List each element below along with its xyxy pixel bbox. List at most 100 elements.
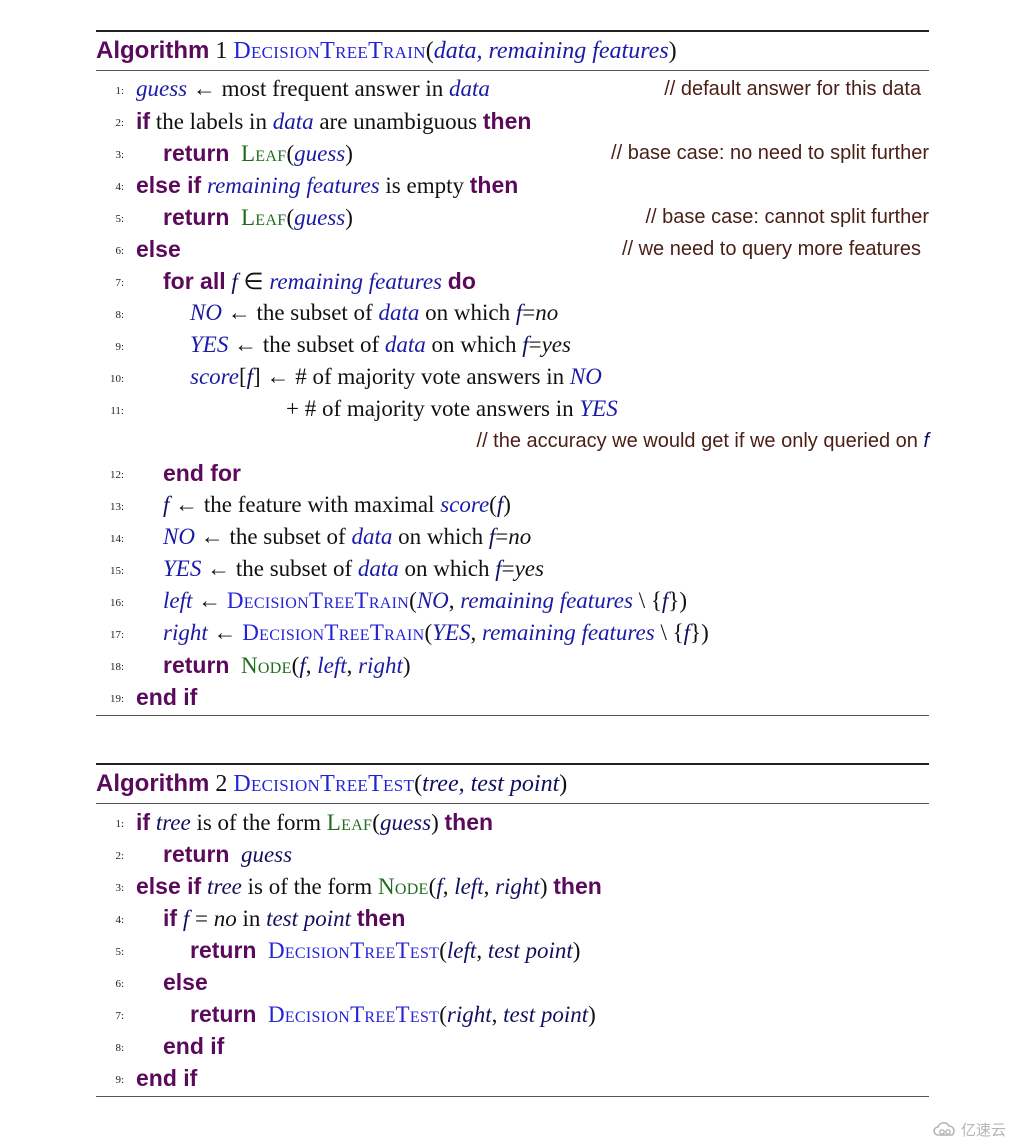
- variable: YES: [579, 396, 618, 421]
- comma: ,: [491, 1002, 504, 1027]
- keyword: then: [469, 172, 519, 198]
- code: end for: [163, 457, 241, 490]
- constructor-name: Leaf: [240, 141, 287, 166]
- value: no: [535, 300, 559, 325]
- comma: ,: [448, 588, 461, 613]
- code-line: 6: else: [96, 966, 929, 998]
- code: end if: [163, 1030, 224, 1063]
- text: ← the feature with maximal: [169, 492, 441, 517]
- symbol: ←: [207, 620, 243, 645]
- line-number: 12:: [109, 469, 124, 481]
- code-line: 18: return Node(f, left, right): [96, 649, 929, 681]
- line-number: 16:: [109, 597, 124, 609]
- keyword: return: [163, 841, 230, 867]
- keyword: else if: [136, 172, 202, 198]
- code-line: 8: end if: [96, 1030, 929, 1062]
- comma: ,: [476, 938, 488, 963]
- line-number: 7:: [115, 277, 124, 289]
- code: f ← the feature with maximal score(f): [163, 489, 511, 521]
- line-number: 15:: [109, 565, 124, 577]
- algorithm-2-caption: Algorithm 2 DecisionTreeTest(tree, test …: [96, 765, 929, 803]
- code: NO ← the subset of data on which f=no: [163, 521, 531, 553]
- code-line: 5: return DecisionTreeTest(left, test po…: [96, 934, 929, 966]
- text: are unambiguous: [313, 109, 483, 134]
- text: ← the subset of: [228, 332, 385, 357]
- code: left ← DecisionTreeTrain(NO, remaining f…: [163, 585, 687, 617]
- variable: NO: [416, 588, 449, 613]
- text: the labels in: [150, 109, 273, 134]
- code-line: 1: guess ← most frequent answer in data …: [96, 73, 929, 105]
- constructor-name: Node: [377, 874, 429, 899]
- text: + # of majority vote answers in: [286, 396, 580, 421]
- keyword: then: [356, 905, 406, 931]
- variable: YES: [163, 556, 202, 581]
- code-line: 9: YES ← the subset of data on which f=y…: [96, 329, 929, 361]
- comma: ,: [483, 874, 496, 899]
- symbol: \ {: [654, 620, 684, 645]
- value: yes: [541, 332, 571, 357]
- paren: (: [439, 1002, 447, 1027]
- line-number: 7:: [115, 1010, 124, 1022]
- paren: (: [286, 141, 295, 166]
- code: else: [136, 233, 181, 266]
- paren: (: [372, 810, 380, 835]
- bracket: [: [238, 364, 247, 389]
- code-line: 16: left ← DecisionTreeTrain(NO, remaini…: [96, 585, 929, 617]
- paren: (: [414, 771, 423, 797]
- comment: // base case: cannot split further: [645, 206, 930, 228]
- symbol: =: [495, 524, 509, 549]
- variable: guess: [379, 810, 432, 835]
- line-number: 3:: [115, 149, 124, 161]
- text: ← the subset of: [201, 556, 358, 581]
- text: on which: [419, 300, 516, 325]
- code: if the labels in data are unambiguous th…: [136, 105, 531, 138]
- variable: data: [449, 76, 490, 101]
- variable: NO: [163, 524, 195, 549]
- line-number: 3:: [115, 882, 124, 894]
- bottom-rule: [96, 715, 929, 716]
- code: right ← DecisionTreeTrain(YES, remaining…: [163, 617, 709, 649]
- comma: ,: [442, 874, 455, 899]
- code-line: 9: end if: [96, 1062, 929, 1094]
- code-line: 6: else // we need to query more feature…: [96, 233, 929, 265]
- keyword: return: [163, 204, 230, 230]
- paren: ): [588, 1002, 596, 1027]
- text: on which: [398, 556, 496, 581]
- variable: data: [384, 332, 426, 357]
- code-line: 4: if f = no in test point then: [96, 902, 929, 934]
- value: no: [213, 906, 237, 931]
- code: + # of majority vote answers in YES: [286, 393, 618, 425]
- line-number: 9:: [115, 341, 124, 353]
- value: yes: [514, 556, 544, 581]
- code-line: 17: right ← DecisionTreeTrain(YES, remai…: [96, 617, 929, 649]
- cloud-logo-icon: [933, 1121, 957, 1138]
- watermark-text: 亿速云: [960, 1121, 1006, 1139]
- keyword: else: [163, 969, 208, 995]
- variable: right: [446, 1002, 492, 1027]
- code: return Node(f, left, right): [163, 649, 411, 682]
- algorithm-2: Algorithm 2 DecisionTreeTest(tree, test …: [96, 763, 929, 1097]
- text: is of the form: [190, 810, 327, 835]
- symbol: =: [522, 300, 536, 325]
- variable: test point: [266, 906, 352, 931]
- variable: test point: [503, 1002, 589, 1027]
- variable: left: [163, 588, 193, 613]
- keyword: return: [190, 1001, 257, 1027]
- code: NO ← the subset of data on which f=no: [190, 297, 558, 329]
- variable: NO: [569, 364, 602, 389]
- symbol: \ {: [632, 588, 662, 613]
- variable: remaining features: [269, 269, 443, 294]
- comment: // the accuracy we would get if we only …: [477, 425, 929, 457]
- code: if tree is of the form Leaf(guess) then: [136, 806, 493, 839]
- symbol: ←: [192, 588, 227, 613]
- function-name: DecisionTreeTrain: [233, 38, 426, 64]
- variable: data: [272, 109, 314, 134]
- variable: left: [446, 938, 477, 963]
- code-line: 3: else if tree is of the form Node(f, l…: [96, 870, 929, 902]
- paren: (: [424, 620, 433, 645]
- symbol: =: [189, 906, 214, 931]
- variable: score: [440, 492, 490, 517]
- function-name: DecisionTreeTest: [267, 1002, 440, 1027]
- keyword: end if: [136, 684, 198, 710]
- function-name: DecisionTreeTest: [233, 771, 415, 797]
